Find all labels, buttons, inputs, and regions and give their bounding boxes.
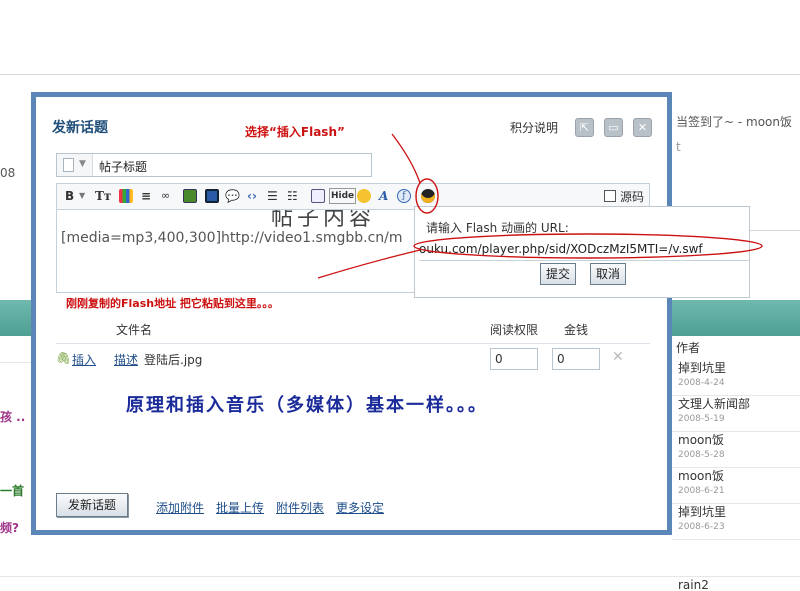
attachment-col-filename: 文件名 [116,323,153,337]
chevron-down-icon[interactable]: ▼ [79,188,85,204]
attachment-col-money: 金钱 [564,323,589,337]
list-item: moon饭 2008-6-21 [672,468,800,504]
author-name[interactable]: 文理人新闻部 [678,396,800,413]
color-picker-icon[interactable] [119,189,133,203]
more-settings-link[interactable]: 更多设定 [336,499,384,516]
code-icon[interactable]: ‹› [247,188,257,204]
quote-icon[interactable]: 💬 [225,188,240,204]
page: 08 当签到了~ - moon饭 t 7 8 作者 掉到坑里 2008-4-24… [0,0,800,591]
close-icon[interactable]: ✕ [633,118,652,137]
flash-cancel-button[interactable]: 取消 [590,263,626,285]
author-name[interactable]: moon饭 [678,468,800,485]
post-date: 2008-6-21 [678,486,725,496]
author-name[interactable]: 掉到坑里 [678,360,800,377]
insert-attachment-link[interactable]: 插入 [72,351,96,368]
bottom-divider [0,576,800,577]
flash-submit-button[interactable]: 提交 [540,263,576,285]
subject-field[interactable]: ▼ 帖子标题 [56,153,372,177]
points-help-link[interactable]: 积分说明 [510,119,558,136]
describe-attachment-link[interactable]: 描述 [114,351,138,368]
align-icon[interactable]: ≡ [141,188,151,204]
attachment-filename: 登陆后.jpg [144,353,203,367]
post-date: 2008-6-23 [678,522,725,532]
header-divider [0,74,800,75]
annotation-same-as-music: 原理和插入音乐（多媒体）基本一样。。。 [126,395,488,416]
font-size-button[interactable]: Tт [95,188,111,204]
paperclip-icon: 🖇 [56,351,72,365]
indent-icon[interactable]: ☷ [287,188,298,204]
post-date: 2008-4-24 [678,378,725,388]
background-fragment: t [676,140,681,154]
annotation-select-flash: 选择“插入Flash” [245,125,345,139]
list-item: 掉到坑里 2008-4-24 [672,360,800,396]
new-topic-dialog: 发新话题 积分说明 ⇱ ▭ ✕ 选择“插入Flash” ▼ 帖子标题 B ▼ T… [31,92,672,535]
ordered-list-icon[interactable]: ☰ [267,188,278,204]
background-number: 08 [0,166,16,180]
video-icon[interactable] [205,189,219,203]
subject-input[interactable]: 帖子标题 [99,158,147,175]
author-list: 掉到坑里 2008-4-24 文理人新闻部 2008-5-19 moon饭 20… [672,360,800,540]
batch-upload-link[interactable]: 批量上传 [216,499,264,516]
bold-button[interactable]: B [65,188,74,204]
money-input[interactable]: 0 [552,348,600,370]
author-name[interactable]: moon饭 [678,432,800,449]
hide-button[interactable]: Hide [329,188,357,204]
document-icon [63,158,74,172]
source-mode-checkbox[interactable] [604,190,616,202]
read-permission-input[interactable]: 0 [490,348,538,370]
list-item: moon饭 2008-5-28 [672,432,800,468]
attachment-list-link[interactable]: 附件列表 [276,499,324,516]
attachment-col-permission: 阅读权限 [490,323,539,337]
thread-title-fragment[interactable]: 孩 .. [0,408,25,425]
attachment-divider [56,343,650,344]
checkin-text: 当签到了~ - moon饭 [676,115,792,129]
list-item: 文理人新闻部 2008-5-19 [672,396,800,432]
post-date: 2008-5-19 [678,414,725,424]
remove-attachment-icon[interactable]: ✕ [612,349,624,365]
flash-url-input[interactable]: ouku.com/player.php/sid/XODczMzI5MTI=/v.… [419,239,749,261]
maximize-icon[interactable]: ▭ [604,118,623,137]
flash-url-popup: 请输入 Flash 动画的 URL: ouku.com/player.php/s… [414,206,750,298]
post-date: 2008-5-28 [678,450,725,460]
table-icon[interactable] [311,189,325,203]
insert-flash-icon[interactable]: ƒ [397,189,411,203]
author-name[interactable]: rain2 [678,578,709,591]
author-name[interactable]: 掉到坑里 [678,504,800,521]
post-type-dropdown[interactable]: ▼ [57,154,93,176]
image-icon[interactable] [183,189,197,203]
add-attachment-link[interactable]: 添加附件 [156,499,204,516]
popout-icon[interactable]: ⇱ [575,118,594,137]
qq-icon[interactable] [421,189,435,203]
flash-url-label: 请输入 Flash 动画的 URL: [426,221,569,235]
author-column-header: 作者 [676,341,701,355]
thread-title-fragment[interactable]: 频? [0,519,19,536]
source-mode-label: 源码 [620,190,645,204]
editor-content-heading: 帖子内容 [271,209,376,231]
submit-topic-button[interactable]: 发新话题 [56,493,128,517]
link-icon[interactable]: ∞ [161,188,170,204]
annotation-paste-url: 刚刚复制的Flash地址 把它粘贴到这里。。。 [66,297,279,310]
left-divider [0,362,32,363]
editor-content-line: [media=mp3,400,300]http://video1.smgbb.c… [61,230,403,246]
list-item: 掉到坑里 2008-6-23 [672,504,800,540]
font-style-icon[interactable]: A [379,188,388,204]
chevron-down-icon: ▼ [79,159,86,169]
thread-title-fragment[interactable]: 一首 [0,482,24,499]
smiley-icon[interactable] [357,189,371,203]
dialog-title: 发新话题 [52,120,108,136]
